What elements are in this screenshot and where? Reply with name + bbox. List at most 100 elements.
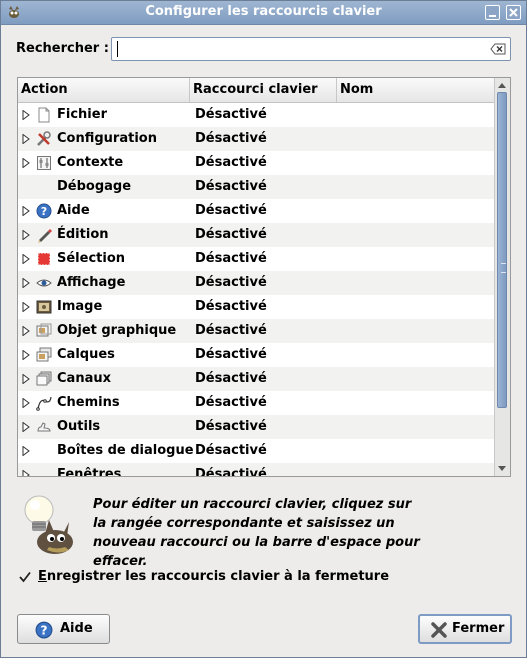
tree-row[interactable]: Fenêtres Désactivé xyxy=(18,463,496,477)
column-action[interactable]: Action xyxy=(18,78,190,102)
row-shortcut-value: Désactivé xyxy=(195,275,267,290)
row-shortcut-value: Désactivé xyxy=(195,227,267,242)
window-title: Configurer les raccourcis clavier xyxy=(145,4,382,19)
row-shortcut-value: Désactivé xyxy=(195,467,267,477)
sliders-icon xyxy=(37,156,51,170)
expander-arrow-icon[interactable] xyxy=(22,374,30,384)
row-action-label: Chemins xyxy=(57,395,120,410)
text-caret xyxy=(117,41,118,57)
expander-arrow-icon[interactable] xyxy=(22,326,30,336)
expander-arrow-icon[interactable] xyxy=(22,230,30,240)
dialog-window: Configurer les raccourcis clavier Recher… xyxy=(0,0,527,658)
row-shortcut-value: Désactivé xyxy=(195,371,267,386)
scroll-up-arrow-icon[interactable] xyxy=(498,82,506,88)
close-x-icon xyxy=(431,622,447,638)
help-text: Pour éditer un raccourci clavier, clique… xyxy=(93,497,420,569)
search-input[interactable] xyxy=(114,39,492,58)
paths-icon xyxy=(36,396,52,411)
help-button-label: Aide xyxy=(60,621,93,636)
svg-text:?: ? xyxy=(40,624,47,638)
tree-row[interactable]: Sélection Désactivé xyxy=(18,247,496,271)
expander-arrow-icon[interactable] xyxy=(22,350,30,360)
help-icon: ? xyxy=(35,621,53,639)
expander-arrow-icon[interactable] xyxy=(22,158,30,168)
row-shortcut-value: Désactivé xyxy=(195,155,267,170)
row-shortcut-value: Désactivé xyxy=(195,107,267,122)
expander-arrow-icon[interactable] xyxy=(22,422,30,432)
tree-row[interactable]: Boîtes de dialogue Désactivé xyxy=(18,439,496,463)
tree-row[interactable]: Canaux Désactivé xyxy=(18,367,496,391)
expander-arrow-icon[interactable] xyxy=(22,302,30,312)
expander-arrow-icon[interactable] xyxy=(22,446,30,456)
row-shortcut-value: Désactivé xyxy=(195,203,267,218)
tree-row[interactable]: Édition Désactivé xyxy=(18,223,496,247)
expander-arrow-icon[interactable] xyxy=(22,206,30,216)
shortcuts-tree[interactable]: Action Raccourci clavier Nom Fichier Dés… xyxy=(17,77,511,477)
close-window-button[interactable] xyxy=(506,5,521,20)
pencil-icon xyxy=(38,229,52,243)
scroll-down-arrow-icon[interactable] xyxy=(498,466,506,472)
tree-row[interactable]: Contexte Désactivé xyxy=(18,151,496,175)
tree-row[interactable]: Objet graphique Désactivé xyxy=(18,319,496,343)
eye-icon xyxy=(36,279,52,287)
save-on-exit-label-text: nregistrer les raccourcis clavier à la f… xyxy=(46,569,390,584)
clear-text-icon[interactable] xyxy=(490,43,506,55)
tree-row[interactable]: Image Désactivé xyxy=(18,295,496,319)
help-button[interactable]: ? Aide xyxy=(17,614,110,644)
tree-row[interactable]: Fichier Désactivé xyxy=(18,103,496,127)
tree-row[interactable]: Outils Désactivé xyxy=(18,415,496,439)
row-action-label: Configuration xyxy=(57,131,157,146)
row-action-label: Outils xyxy=(57,419,101,434)
save-on-exit-checkbox[interactable] xyxy=(19,571,31,583)
row-shortcut-value: Désactivé xyxy=(195,179,267,194)
save-on-exit-label[interactable]: Enregistrer les raccourcis clavier à la … xyxy=(38,569,389,584)
expander-arrow-icon[interactable] xyxy=(22,254,30,264)
row-action-label: Affichage xyxy=(57,275,126,290)
row-action-label: Objet graphique xyxy=(57,323,177,338)
row-shortcut-value: Désactivé xyxy=(195,395,267,410)
tree-row[interactable]: Calques Désactivé xyxy=(18,343,496,367)
row-shortcut-value: Désactivé xyxy=(195,347,267,362)
row-shortcut-value: Désactivé xyxy=(195,299,267,314)
row-shortcut-value: Désactivé xyxy=(195,131,267,146)
vertical-scrollbar[interactable] xyxy=(494,78,510,476)
expander-arrow-icon[interactable] xyxy=(22,278,30,288)
tools-shoe-icon xyxy=(37,422,51,432)
row-action-label: Débogage xyxy=(57,179,132,194)
close-button[interactable]: Fermer xyxy=(418,614,512,644)
row-action-label: Fichier xyxy=(57,107,107,122)
row-shortcut-value: Désactivé xyxy=(195,443,267,458)
tree-rows: Fichier Désactivé Configuration Désactiv… xyxy=(18,103,496,477)
tools-icon xyxy=(37,131,51,146)
svg-text:?: ? xyxy=(41,205,47,218)
expander-arrow-icon[interactable] xyxy=(22,398,30,408)
search-field[interactable] xyxy=(111,37,511,61)
column-shortcut[interactable]: Raccourci clavier xyxy=(190,78,337,102)
file-icon xyxy=(38,107,50,123)
expander-arrow-icon[interactable] xyxy=(22,134,30,144)
tree-row[interactable]: ? Aide Désactivé xyxy=(18,199,496,223)
row-action-label: Fenêtres xyxy=(57,467,122,477)
tree-row[interactable]: Affichage Désactivé xyxy=(18,271,496,295)
expander-arrow-icon[interactable] xyxy=(22,470,30,477)
search-label: Rechercher : xyxy=(16,41,109,56)
layers-icon xyxy=(36,347,52,362)
close-icon xyxy=(509,8,518,17)
tree-row[interactable]: Configuration Désactivé xyxy=(18,127,496,151)
selection-icon xyxy=(37,252,51,266)
row-shortcut-value: Désactivé xyxy=(195,251,267,266)
minimize-icon xyxy=(489,15,496,17)
row-action-label: Aide xyxy=(57,203,90,218)
expander-arrow-icon[interactable] xyxy=(22,110,30,120)
column-name[interactable]: Nom xyxy=(337,78,496,102)
row-action-label: Sélection xyxy=(57,251,126,266)
tree-row[interactable]: Débogage Désactivé xyxy=(18,175,496,199)
scrollbar-grip xyxy=(501,263,506,273)
image-icon xyxy=(36,300,52,314)
row-action-label: Édition xyxy=(57,227,109,242)
tree-row[interactable]: Chemins Désactivé xyxy=(18,391,496,415)
scrollbar-thumb[interactable] xyxy=(497,92,507,408)
minimize-button[interactable] xyxy=(485,5,500,20)
help-icon: ? xyxy=(36,203,52,219)
title-bar[interactable]: Configurer les raccourcis clavier xyxy=(1,1,526,25)
